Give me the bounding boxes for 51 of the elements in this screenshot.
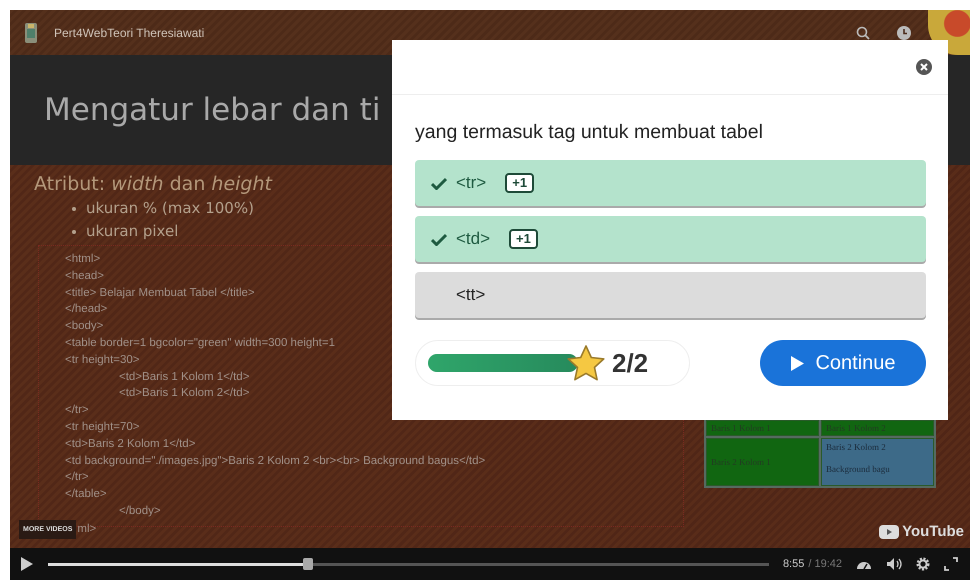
- youtube-logo[interactable]: YouTube: [879, 523, 964, 540]
- video-title[interactable]: Pert4WebTeori Theresiawati: [54, 26, 204, 40]
- check-icon: [431, 232, 447, 246]
- code-line: </tr>: [65, 470, 89, 486]
- check-icon: [431, 176, 447, 190]
- code-line: <tr height=30>: [65, 352, 140, 368]
- code-line: <body>: [65, 319, 104, 334]
- code-line: <tr height=70>: [65, 420, 140, 435]
- slide-bullet: ukuran pixel: [86, 221, 178, 242]
- play-icon: [879, 524, 900, 538]
- code-line: <td>Baris 1 Kolom 2</td>: [119, 386, 250, 402]
- star-icon: [566, 344, 606, 382]
- bullet-icon: [72, 206, 76, 210]
- close-icon[interactable]: [916, 59, 932, 75]
- slide-subtitle: Atribut: width dan height: [34, 173, 272, 195]
- continue-button[interactable]: Continue: [760, 340, 926, 386]
- code-line: </tr>: [65, 403, 89, 418]
- slide-bullet: ukuran % (max 100%): [86, 198, 254, 219]
- bullet-icon: [72, 230, 76, 234]
- code-line: <html>: [65, 252, 100, 267]
- emblem-icon[interactable]: [24, 22, 38, 44]
- code-line: </body>: [119, 504, 161, 519]
- progress-track[interactable]: [48, 558, 769, 570]
- current-time: 8:55: [782, 558, 804, 570]
- code-line: <td>Baris 2 Kolom 1</td>: [65, 436, 196, 452]
- code-line: </head>: [65, 302, 108, 318]
- score-badge: +1: [505, 173, 534, 193]
- table-cell: Baris 2 Kolom 2 Background bagu: [821, 438, 934, 486]
- volume-icon[interactable]: [886, 557, 902, 571]
- fullscreen-icon[interactable]: [944, 557, 958, 571]
- code-line: <title> Belajar Membuat Tabel </title>: [65, 286, 255, 301]
- play-icon[interactable]: [20, 556, 34, 572]
- answer-option[interactable]: <td> +1: [415, 216, 926, 262]
- code-line: <head>: [65, 268, 104, 284]
- code-line: <td background="./images.jpg">Baris 2 Kolom 2 <br><br> Background bagus</td>: [65, 454, 486, 469]
- answer-option[interactable]: <tr> +1: [415, 160, 926, 206]
- score-text: 2/2: [612, 348, 648, 378]
- slider-handle[interactable]: [302, 558, 313, 570]
- code-line: ml>: [77, 522, 96, 537]
- search-icon[interactable]: [856, 26, 870, 40]
- quiz-question: yang termasuk tag untuk membuat tabel: [415, 121, 764, 144]
- code-line: <td>Baris 1 Kolom 1</td>: [119, 370, 250, 385]
- code-line: <table border=1 bgcolor="green" width=300 height=1: [65, 336, 335, 351]
- play-icon: [790, 354, 806, 372]
- score-badge: +1: [509, 229, 538, 249]
- answer-option[interactable]: <tt>: [415, 272, 926, 318]
- code-line: </table>: [65, 487, 107, 502]
- settings-icon[interactable]: [916, 557, 930, 571]
- clock-icon[interactable]: [896, 24, 912, 40]
- total-time: / 19:42: [808, 558, 842, 570]
- slide-title: Mengatur lebar dan ti: [44, 92, 380, 128]
